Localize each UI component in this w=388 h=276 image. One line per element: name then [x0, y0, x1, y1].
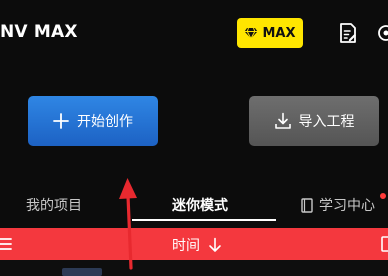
menu-icon[interactable]	[0, 237, 12, 251]
diamond-icon	[244, 27, 258, 39]
sort-bar: 时间	[0, 228, 388, 260]
tab-mini-mode[interactable]: 迷你模式	[172, 195, 228, 215]
list-item-fragment	[176, 268, 186, 276]
manage-icon[interactable]	[380, 235, 388, 253]
max-badge-label: MAX	[262, 25, 296, 41]
app-title: NV MAX	[0, 22, 78, 42]
sort-label: 时间	[172, 238, 200, 254]
start-creating-label: 开始创作	[77, 114, 133, 130]
document-edit-icon[interactable]	[338, 22, 358, 44]
tab-my-projects[interactable]: 我的项目	[26, 195, 82, 215]
plus-icon	[53, 113, 69, 129]
tab-learning-center-label: 学习中心	[319, 198, 375, 214]
tab-learning-center[interactable]: 学习中心	[301, 195, 375, 215]
book-icon	[301, 197, 313, 213]
notification-dot	[380, 193, 386, 199]
active-tab-indicator	[132, 219, 276, 221]
import-project-label: 导入工程	[298, 114, 355, 130]
download-icon	[274, 112, 291, 129]
import-project-button[interactable]: 导入工程	[249, 96, 379, 146]
arrow-down-icon	[209, 237, 221, 252]
project-list-strip	[0, 260, 388, 276]
project-thumbnail[interactable]	[62, 268, 102, 276]
start-creating-button[interactable]: 开始创作	[28, 96, 158, 146]
settings-icon[interactable]	[376, 18, 388, 48]
max-badge[interactable]: MAX	[237, 18, 303, 48]
sort-by-time-button[interactable]: 时间	[172, 235, 222, 255]
